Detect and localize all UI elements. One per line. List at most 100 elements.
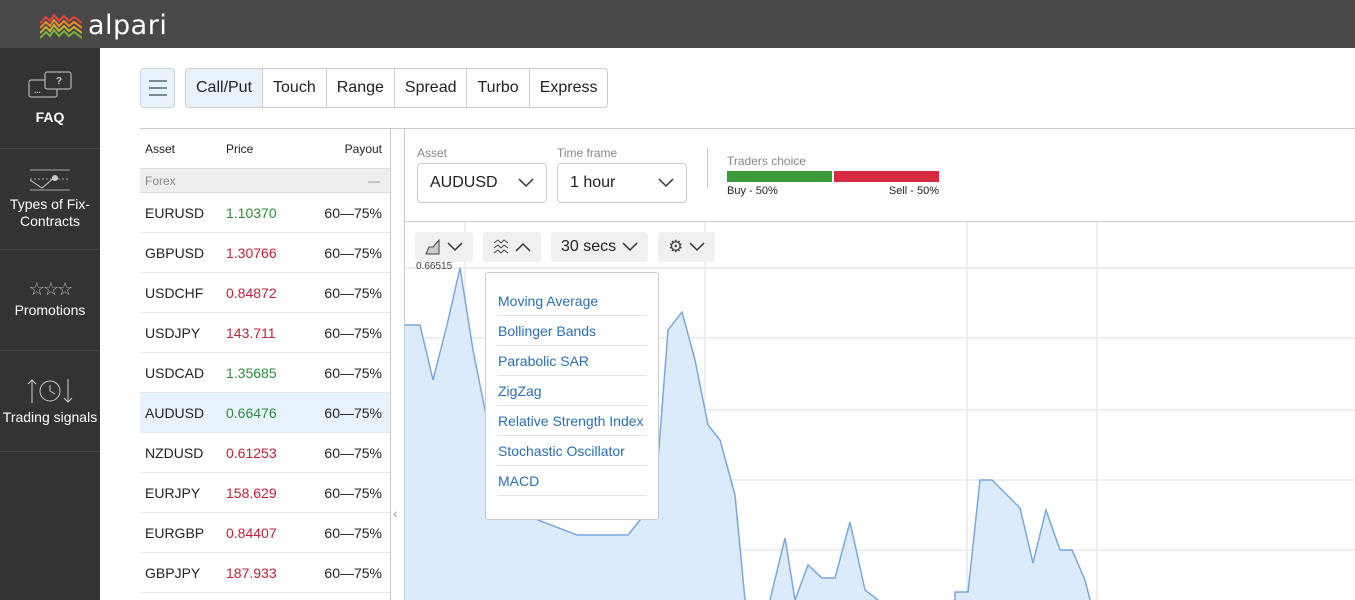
asset-payout: 60—75% (324, 404, 382, 421)
asset-price: 0.84407 (226, 524, 277, 541)
asset-list-header: Asset Price Payout (140, 129, 390, 169)
timeframe-select-value: 1 hour (570, 174, 616, 191)
asset-row-eurusd[interactable]: EURUSD 1.10370 60—75% (140, 193, 390, 233)
asset-price: 143.711 (226, 324, 276, 341)
chevron-down-icon (658, 178, 674, 188)
divider (707, 147, 708, 189)
svg-text:?: ? (56, 76, 62, 87)
tab-touch[interactable]: Touch (263, 69, 327, 107)
asset-price: 158.629 (226, 484, 277, 501)
asset-price: 1.30766 (226, 244, 277, 261)
svg-text:...: ... (34, 86, 41, 95)
tab-turbo[interactable]: Turbo (467, 69, 530, 107)
chevron-left-icon[interactable]: ‹ (393, 505, 398, 521)
indicator-item-zigzag[interactable]: ZigZag (497, 376, 647, 406)
column-header-payout[interactable]: Payout (345, 142, 382, 156)
asset-row-usdchf[interactable]: USDCHF 0.84872 60—75% (140, 273, 390, 313)
chart-settings-button[interactable]: ⚙ (658, 232, 716, 262)
collapse-group-toggle[interactable]: — (368, 174, 380, 188)
sidebar-item-label: Promotions (14, 302, 86, 318)
indicators-button[interactable] (483, 232, 541, 262)
sidebar-item-label: FAQ (35, 108, 65, 125)
area-chart-icon (425, 239, 440, 255)
divider (390, 128, 1355, 129)
asset-payout: 60—75% (324, 444, 382, 461)
interval-select[interactable]: 30 secs (551, 232, 649, 262)
chart-type-button[interactable] (415, 232, 473, 262)
indicator-item-bollinger-bands[interactable]: Bollinger Bands (497, 316, 647, 346)
indicator-item-stochastic-oscillator[interactable]: Stochastic Oscillator (497, 436, 647, 466)
asset-price: 0.84872 (226, 284, 277, 301)
asset-row-gbpjpy[interactable]: GBPJPY 187.933 60—75% (140, 553, 390, 593)
sidebar-item-types-of-fix-contracts[interactable]: Types of Fix-Contracts (0, 149, 100, 250)
sell-percent-label: Sell - 50% (888, 185, 939, 197)
brand-name: alpari (88, 10, 168, 41)
asset-row-nzdusd[interactable]: NZDUSD 0.61253 60—75% (140, 433, 390, 473)
asset-price: 1.10370 (226, 204, 277, 221)
chart-selectors: Asset AUDUSD Time frame 1 hour (417, 146, 687, 203)
chevron-down-icon (518, 178, 534, 188)
contract-type-tabs: Call/Put Touch Range Spread Turbo Expres… (185, 68, 609, 108)
contract-chart-icon (29, 169, 70, 191)
asset-row-gbpusd[interactable]: GBPUSD 1.30766 60—75% (140, 233, 390, 273)
panel-splitter[interactable] (390, 128, 405, 600)
asset-select-value: AUDUSD (430, 174, 498, 191)
asset-name: NZDUSD (145, 444, 204, 461)
indicator-item-macd[interactable]: MACD (497, 466, 647, 496)
asset-name: EURUSD (145, 204, 205, 221)
gear-icon: ⚙ (668, 237, 684, 256)
asset-row-usdcad[interactable]: USDCAD 1.35685 60—75% (140, 353, 390, 393)
chevron-down-icon (689, 242, 705, 252)
top-bar: alpari (0, 0, 1355, 48)
asset-payout: 60—75% (324, 324, 382, 341)
column-header-price[interactable]: Price (226, 142, 345, 156)
asset-group-forex[interactable]: Forex — (140, 169, 390, 193)
traders-choice-title: Traders choice (727, 154, 806, 168)
asset-select-label: Asset (417, 146, 448, 160)
asset-name: EURGBP (145, 524, 205, 541)
asset-row-eurjpy[interactable]: EURJPY 158.629 60—75% (140, 473, 390, 513)
column-header-asset[interactable]: Asset (145, 142, 226, 156)
asset-price: 0.66476 (226, 404, 277, 421)
indicator-item-relative-strength-index[interactable]: Relative Strength Index (497, 406, 647, 436)
asset-name: GBPJPY (145, 564, 201, 581)
indicator-item-moving-average[interactable]: Moving Average (497, 286, 647, 316)
hamburger-menu-button[interactable] (140, 68, 175, 108)
timeframe-select[interactable]: 1 hour (557, 163, 687, 203)
sell-share-bar (834, 171, 939, 182)
sidebar-item-label: Trading signals (2, 408, 98, 425)
asset-row-audusd[interactable]: AUDUSD 0.66476 60—75% (140, 393, 390, 433)
sidebar-item-faq[interactable]: ?... FAQ (0, 48, 100, 149)
asset-price: 187.933 (226, 564, 277, 581)
sidebar-item-promotions[interactable]: ☆☆☆ Promotions (0, 250, 100, 351)
buy-percent-label: Buy - 50% (727, 185, 778, 197)
sidebar-item-label: Types of Fix-Contracts (9, 196, 91, 229)
hamburger-icon (148, 80, 167, 82)
asset-name: GBPUSD (145, 244, 205, 261)
tab-express[interactable]: Express (530, 69, 608, 107)
logo[interactable]: alpari (40, 10, 167, 41)
tab-range[interactable]: Range (327, 69, 395, 107)
sidebar-item-trading-signals[interactable]: Trading signals (0, 351, 100, 452)
group-label: Forex (145, 173, 176, 188)
chevron-down-icon (622, 242, 638, 252)
asset-price: 1.35685 (226, 364, 277, 381)
traders-choice: Traders choice Buy - 50% Sell - 50% (727, 154, 939, 197)
indicator-item-parabolic-sar[interactable]: Parabolic SAR (497, 346, 647, 376)
asset-payout: 60—75% (324, 204, 382, 221)
buy-share-bar (727, 171, 832, 182)
asset-row-usdjpy[interactable]: USDJPY 143.711 60—75% (140, 313, 390, 353)
asset-name: USDJPY (145, 324, 201, 341)
timeframe-select-label: Time frame (557, 146, 618, 160)
asset-select[interactable]: AUDUSD (417, 163, 547, 203)
stars-icon: ☆☆☆ (28, 279, 73, 299)
interval-value: 30 secs (561, 238, 617, 255)
asset-payout: 60—75% (324, 364, 382, 381)
tab-call-put[interactable]: Call/Put (186, 69, 264, 107)
indicators-icon (493, 239, 509, 254)
asset-payout: 60—75% (324, 284, 382, 301)
tab-spread[interactable]: Spread (395, 69, 468, 107)
asset-row-eurgbp[interactable]: EURGBP 0.84407 60—75% (140, 513, 390, 553)
asset-name: AUDUSD (145, 404, 205, 421)
sidebar: ?... FAQ Types of Fix-Contracts ☆☆☆ Prom… (0, 48, 100, 600)
